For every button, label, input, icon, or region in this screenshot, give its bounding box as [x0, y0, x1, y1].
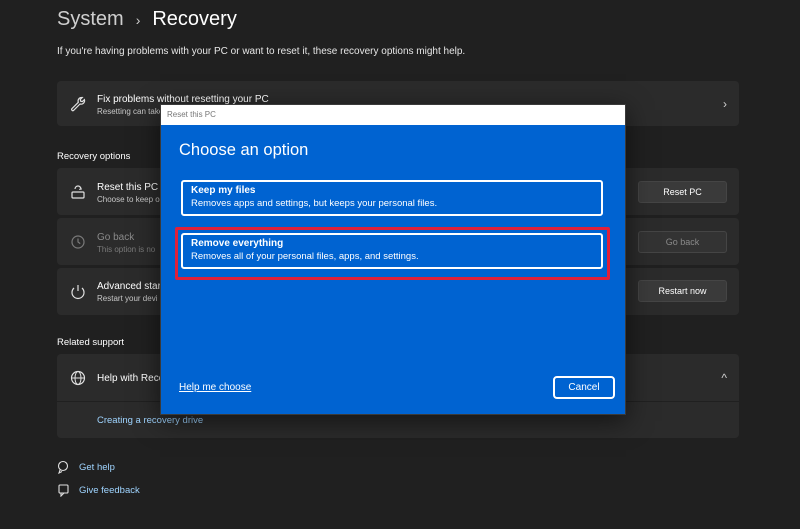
advanced-startup-desc: Restart your devi [97, 294, 158, 303]
reset-pc-dialog: Reset this PC Choose an option Keep my f… [160, 104, 626, 415]
reset-pc-desc: Choose to keep o [97, 195, 160, 204]
remove-everything-desc: Removes all of your personal files, apps… [191, 251, 419, 262]
give-feedback-link[interactable]: Give feedback [57, 483, 140, 497]
fix-problems-desc: Resetting can take [97, 107, 164, 116]
globe-icon [70, 370, 86, 386]
page-subtitle: If you're having problems with your PC o… [57, 46, 466, 57]
feedback-icon [58, 484, 69, 497]
dialog-titlebar: Reset this PC [161, 105, 625, 125]
advanced-startup-icon [71, 284, 85, 299]
go-back-button: Go back [638, 231, 727, 253]
reset-pc-icon [71, 184, 85, 199]
breadcrumb-separator: › [135, 11, 141, 28]
breadcrumb-system-link[interactable]: System [57, 8, 124, 31]
help-chat-icon [57, 460, 69, 474]
help-recovery-title: Help with Reco [97, 373, 165, 384]
give-feedback-label: Give feedback [79, 484, 140, 496]
cancel-button[interactable]: Cancel [553, 376, 615, 399]
related-support-heading: Related support [57, 337, 125, 348]
keep-my-files-title: Keep my files [191, 185, 256, 196]
creating-recovery-drive-link[interactable]: Creating a recovery drive [97, 415, 203, 426]
keep-my-files-desc: Removes apps and settings, but keeps you… [191, 198, 438, 209]
recovery-options-heading: Recovery options [57, 151, 131, 162]
breadcrumb: System › Recovery [57, 8, 237, 31]
get-help-link[interactable]: Get help [57, 460, 115, 474]
remove-everything-title: Remove everything [191, 238, 284, 249]
dialog-heading: Choose an option [179, 141, 309, 159]
reset-pc-title: Reset this PC [97, 182, 159, 193]
page-title: Recovery [152, 8, 237, 30]
restart-now-button[interactable]: Restart now [638, 280, 727, 302]
reset-pc-button[interactable]: Reset PC [638, 181, 727, 203]
help-me-choose-link[interactable]: Help me choose [179, 382, 251, 393]
wrench-icon [71, 96, 86, 111]
keep-my-files-option[interactable]: Keep my files Removes apps and settings,… [181, 180, 603, 216]
get-help-label: Get help [79, 461, 115, 473]
remove-everything-option[interactable]: Remove everything Removes all of your pe… [181, 233, 603, 269]
go-back-title: Go back [97, 232, 135, 243]
history-icon [71, 234, 85, 249]
chevron-right-icon: › [723, 96, 727, 111]
chevron-up-icon: ^ [721, 371, 727, 385]
advanced-startup-title: Advanced start [97, 281, 164, 292]
go-back-desc: This option is no [97, 245, 156, 254]
